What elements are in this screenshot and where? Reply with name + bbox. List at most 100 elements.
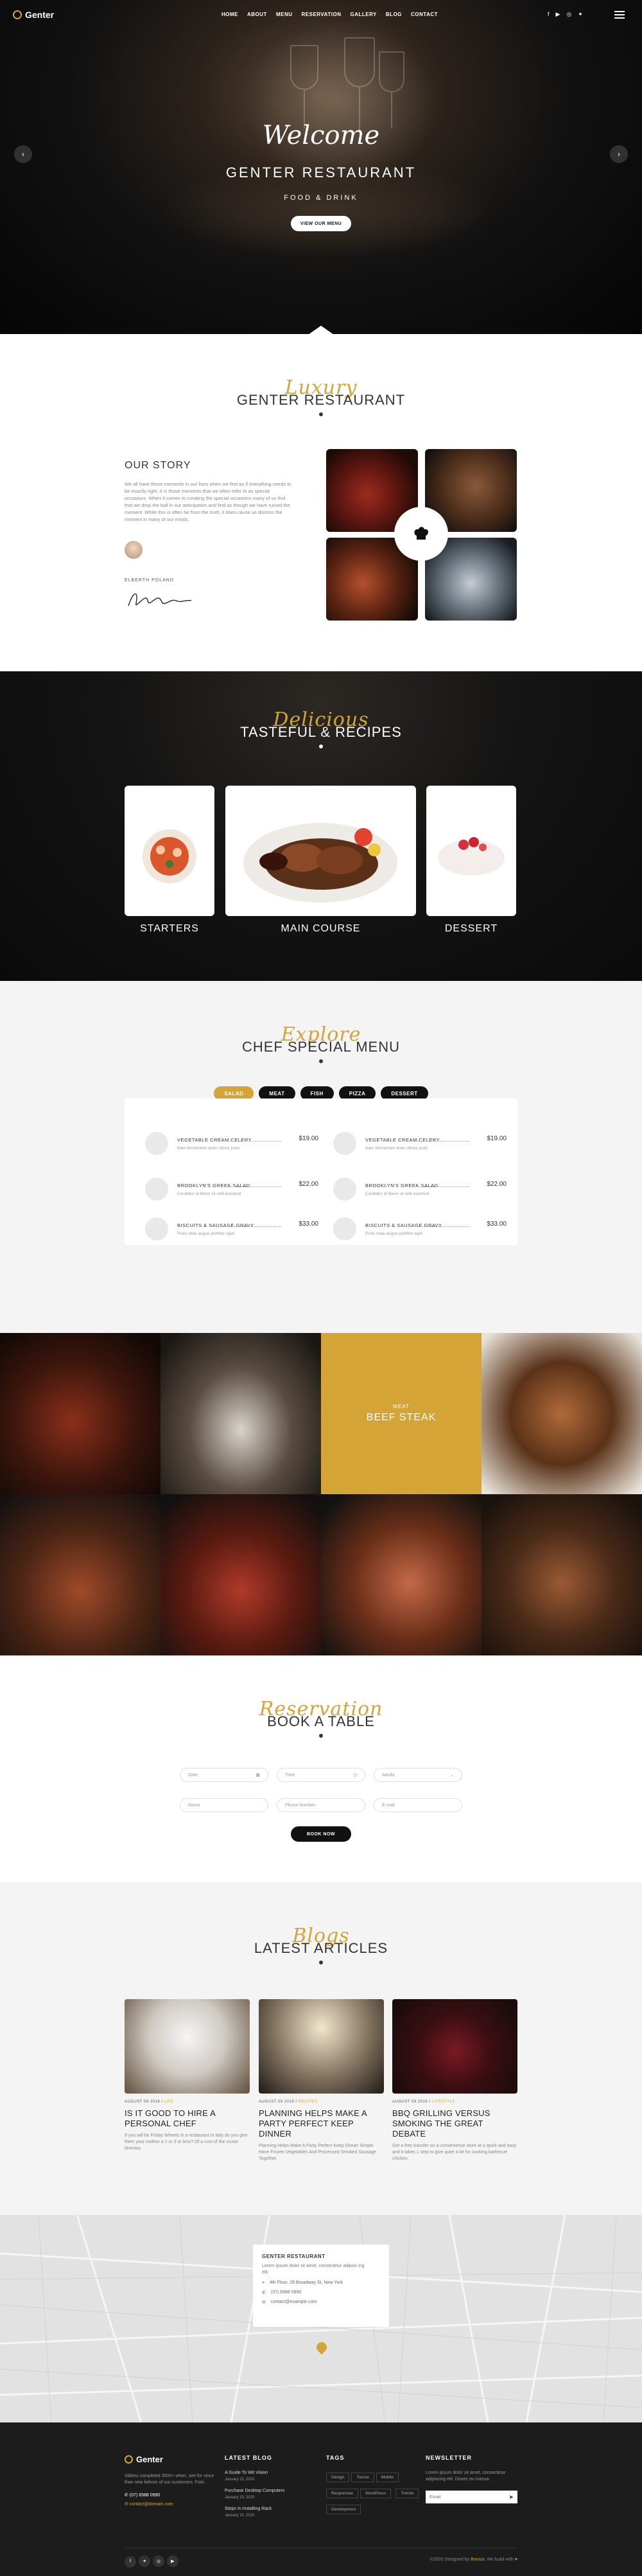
post-date: AUGUST 09 2019 / — [125, 2100, 163, 2104]
tag-link[interactable]: Tourse — [351, 2473, 374, 2482]
dish-thumbnail — [145, 1132, 168, 1155]
send-icon[interactable]: ➤ — [508, 2494, 514, 2501]
footer-logo[interactable]: Genter — [125, 2455, 214, 2464]
post-image-chef[interactable] — [125, 1999, 250, 2094]
adults-select[interactable]: Adults ⌄ — [374, 1768, 462, 1782]
footer-blog-date: January 15, 2020 — [225, 2478, 255, 2482]
footer-newsletter-title: NEWSLETTER — [426, 2455, 472, 2461]
nav-home[interactable]: HOME — [221, 12, 238, 17]
nav-blog[interactable]: BLOG — [386, 12, 402, 17]
gallery-image[interactable] — [482, 1494, 642, 1655]
menu-item[interactable]: BROOKLYN'S GREEK SALAD $22.00 Curabitur id… — [145, 1176, 318, 1202]
instagram-icon[interactable]: ◎ — [153, 2555, 164, 2567]
tag-link[interactable]: Mobile — [376, 2473, 399, 2482]
menu-item[interactable]: VEGETABLE CREAM CELERY $19.00 Nam fermentu… — [145, 1131, 318, 1156]
date-field[interactable]: Date ▦ — [180, 1768, 268, 1782]
phone-field[interactable]: Phone Number — [277, 1798, 365, 1812]
recipe-card-main-course[interactable] — [225, 786, 416, 916]
menu-item-desc: Proin vitae augue porttitor eget — [365, 1231, 422, 1236]
email-field[interactable]: E-mail — [374, 1798, 462, 1812]
menu-item[interactable]: BISCUITS & SAUSAGE GRAVY $33.00 Proin vita… — [145, 1216, 318, 1242]
footer-blog-link[interactable]: Purchase Desktop Computers — [225, 2488, 308, 2494]
newsletter-email-input[interactable] — [429, 2494, 500, 2500]
menu-item[interactable]: VEGETABLE CREAM CELERY $19.00 Nam fermentu… — [333, 1131, 507, 1156]
post-image-dinner[interactable] — [259, 1999, 384, 2094]
recipes-divider-dot — [319, 745, 323, 748]
menu-item[interactable]: BISCUITS & SAUSAGE GRAVY $33.00 Proin vita… — [333, 1216, 507, 1242]
gallery-image[interactable] — [0, 1333, 160, 1494]
nav-menu[interactable]: MENU — [276, 12, 293, 17]
newsletter-form: ➤ — [426, 2491, 517, 2503]
instagram-icon[interactable]: ◎ — [566, 11, 571, 18]
youtube-icon[interactable]: ▶ — [167, 2555, 178, 2567]
post-title[interactable]: IS IT GOOD TO HIRE A PERSONAL CHEF — [125, 2108, 250, 2129]
post-excerpt: If you will be Friday Wheels in a restau… — [125, 2133, 248, 2151]
footer-blog-link[interactable]: A Guide To Wit Vision — [225, 2470, 308, 2476]
gallery-image[interactable] — [0, 1494, 160, 1655]
map-section[interactable]: GENTER RESTAURANT Lorem ipsum dolor sit … — [0, 2215, 642, 2422]
blog-post[interactable]: AUGUST 09 2019 / LIFESTYLE BBQ GRILLING … — [392, 1999, 517, 2162]
dish-thumbnail — [333, 1132, 356, 1155]
nav-contact[interactable]: CONTACT — [411, 12, 438, 17]
dish-thumbnail — [145, 1217, 168, 1240]
designer-link[interactable]: Bonisa — [471, 2557, 484, 2562]
recipe-card-dessert[interactable] — [426, 786, 516, 916]
tag-link[interactable]: Responsive — [326, 2489, 358, 2498]
book-now-button[interactable]: BOOK NOW — [291, 1826, 351, 1842]
tag-link[interactable]: Development — [326, 2505, 361, 2514]
footer-email[interactable]: ✉ contact@domain.com — [125, 2501, 214, 2508]
footer-social-links: f ✦ ◎ ▶ — [125, 2554, 181, 2568]
book-title: BOOK A TABLE — [267, 1713, 375, 1729]
post-title[interactable]: BBQ GRILLING VERSUS SMOKING THE GREAT DE… — [392, 2108, 517, 2139]
footer-blog-link[interactable]: Steps In Installing Rack — [225, 2506, 308, 2512]
top-navbar: Genter HOME ABOUT MENU RESERVATION GALLE… — [0, 0, 642, 30]
facebook-icon[interactable]: f — [548, 11, 550, 18]
blog-section: Blogs LATEST ARTICLES AUGUST 09 2019 / L… — [0, 1882, 642, 2215]
name-field[interactable]: Name — [180, 1798, 268, 1812]
mail-icon: ✉ — [262, 2300, 266, 2305]
tag-link[interactable]: Trends — [395, 2489, 419, 2498]
post-title[interactable]: PLANNING HELPS MAKE A PARTY PERFECT KEEP… — [259, 2108, 384, 2139]
post-category[interactable]: RECIPES — [299, 2100, 318, 2104]
hero-section: Genter HOME ABOUT MENU RESERVATION GALLE… — [0, 0, 642, 334]
hamburger-menu-icon[interactable] — [614, 11, 625, 21]
tag-link[interactable]: Design — [326, 2473, 350, 2482]
twitter-icon[interactable]: ✦ — [139, 2555, 150, 2567]
feature-title: BEEF STEAK — [366, 1412, 437, 1423]
post-image-wine[interactable] — [392, 1999, 517, 2094]
brand-logo[interactable]: Genter — [13, 10, 54, 20]
time-field[interactable]: Time ◷ — [277, 1768, 365, 1782]
main-course-dish-image — [243, 823, 397, 903]
gallery-feature-beef-steak[interactable]: MEAT BEEF STEAK — [321, 1333, 482, 1494]
youtube-icon[interactable]: ▶ — [556, 11, 560, 18]
twitter-icon[interactable]: ✦ — [578, 11, 583, 18]
blog-post[interactable]: AUGUST 09 2019 / RECIPES PLANNING HELPS … — [259, 1999, 384, 2162]
footer-blog-title: LATEST BLOG — [225, 2455, 272, 2461]
nav-reservation[interactable]: RESERVATION — [302, 12, 342, 17]
recipe-card-starters[interactable] — [125, 786, 214, 916]
view-menu-button[interactable]: VIEW OUR MENU — [291, 216, 351, 231]
menu-item[interactable]: BROOKLYN'S GREEK SALAD $22.00 Curabitur id… — [333, 1176, 507, 1202]
gallery-image[interactable] — [482, 1333, 642, 1494]
post-category[interactable]: LIFE — [164, 2100, 174, 2104]
main-menu: HOME ABOUT MENU RESERVATION GALLERY BLOG… — [221, 12, 438, 17]
footer-phone[interactable]: ✆ (07) 6588 0990 — [125, 2492, 214, 2499]
about-section: Luxury GENTER RESTAURANT OUR STORY We al… — [0, 334, 642, 671]
gallery-image[interactable] — [321, 1494, 482, 1655]
tag-link[interactable]: WordPress — [360, 2489, 391, 2498]
blog-post[interactable]: AUGUST 09 2019 / LIFE IS IT GOOD TO HIRE… — [125, 1999, 250, 2152]
facebook-icon[interactable]: f — [125, 2555, 136, 2568]
nav-gallery[interactable]: GALLERY — [350, 12, 376, 17]
menu-item-desc: Nam fermentum enim ultrice justo — [177, 1146, 240, 1151]
location-pin-icon: ⌖ — [262, 2280, 265, 2285]
map-card-phone[interactable]: (07) 6588 0990 — [271, 2290, 301, 2295]
map-card-email[interactable]: contact@example.com — [271, 2300, 317, 2305]
menu-item-name: BISCUITS & SAUSAGE GRAVY — [177, 1222, 254, 1228]
gallery-image[interactable] — [160, 1494, 321, 1655]
gallery-image[interactable] — [160, 1333, 321, 1494]
post-category[interactable]: LIFESTYLE — [432, 2100, 455, 2104]
menu-title: CHEF SPECIAL MENU — [241, 1039, 400, 1055]
nav-about[interactable]: ABOUT — [247, 12, 267, 17]
recipe-label-main-course: MAIN COURSE — [281, 923, 361, 934]
chef-hat-icon — [414, 527, 428, 540]
